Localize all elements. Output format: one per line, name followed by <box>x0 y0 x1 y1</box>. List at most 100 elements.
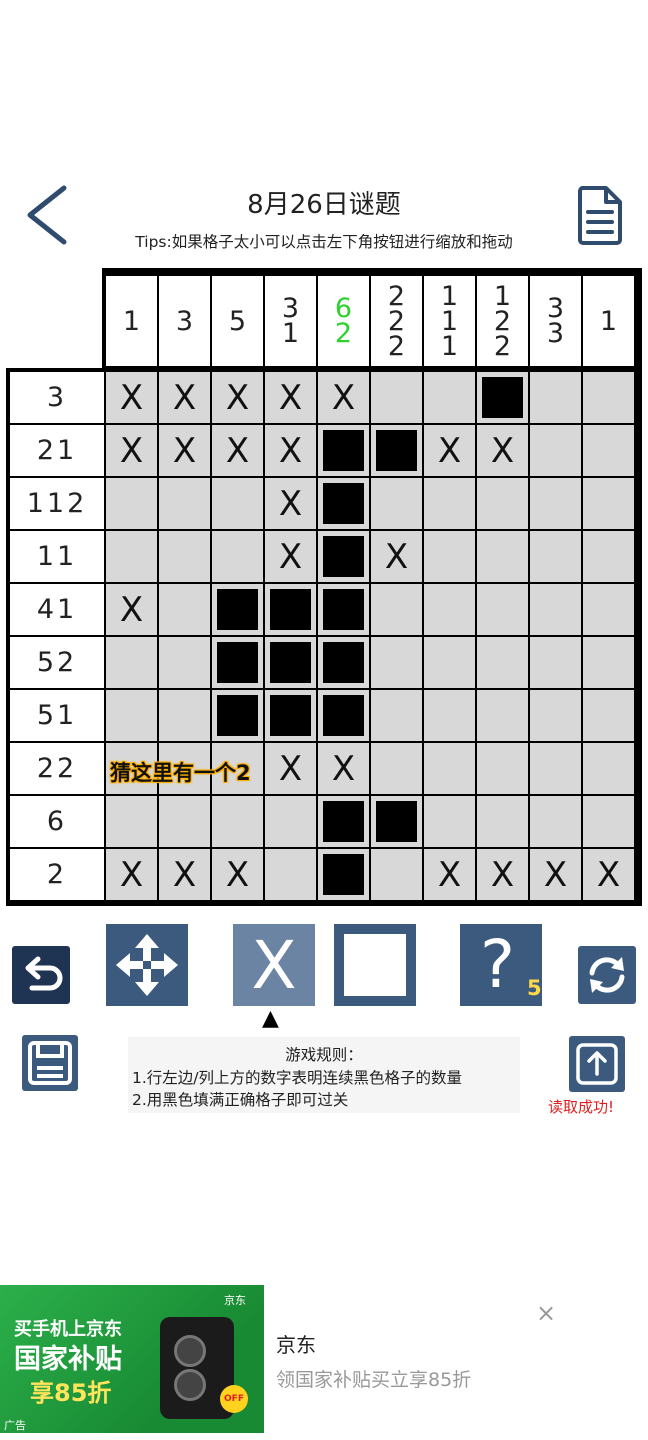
grid-cell[interactable] <box>477 478 528 529</box>
grid-cell-x[interactable]: X <box>424 425 475 476</box>
grid-cell-filled[interactable] <box>212 690 263 741</box>
grid-cell[interactable] <box>424 531 475 582</box>
grid-cell-x[interactable]: X <box>371 531 422 582</box>
grid-cell[interactable] <box>106 690 157 741</box>
grid-cell-x[interactable]: X <box>477 425 528 476</box>
grid-cell-x[interactable]: X <box>477 849 528 900</box>
grid-cell[interactable] <box>106 637 157 688</box>
grid-cell-filled[interactable] <box>318 796 369 847</box>
grid-cell[interactable] <box>371 637 422 688</box>
grid-cell[interactable] <box>583 690 634 741</box>
grid-cell-x[interactable]: X <box>159 425 210 476</box>
grid-cell[interactable] <box>583 743 634 794</box>
grid-cell-filled[interactable] <box>371 796 422 847</box>
grid-cell-x[interactable]: X <box>106 372 157 423</box>
grid-cell-filled[interactable] <box>318 584 369 635</box>
grid-cell[interactable] <box>530 743 581 794</box>
grid-cell[interactable] <box>477 531 528 582</box>
grid-cell-x[interactable]: X <box>583 849 634 900</box>
hint-button[interactable]: ? 5 <box>460 924 542 1006</box>
save-button[interactable] <box>22 1035 78 1091</box>
grid-cell-x[interactable]: X <box>318 372 369 423</box>
grid-cell-x[interactable]: X <box>159 372 210 423</box>
ad-close-icon[interactable]: × <box>536 1299 556 1327</box>
grid-cell[interactable] <box>106 796 157 847</box>
undo-button[interactable] <box>12 946 70 1004</box>
grid-cell[interactable] <box>159 478 210 529</box>
grid-cell[interactable] <box>159 796 210 847</box>
grid-cell[interactable] <box>371 478 422 529</box>
grid-cell[interactable] <box>424 796 475 847</box>
grid-cell-x[interactable]: X <box>265 478 316 529</box>
grid-cell-filled[interactable] <box>371 425 422 476</box>
grid-cell-x[interactable]: X <box>265 425 316 476</box>
grid-cell-x[interactable]: X <box>106 584 157 635</box>
grid-cell-filled[interactable] <box>265 584 316 635</box>
grid-cell[interactable] <box>424 372 475 423</box>
fill-mode-button[interactable] <box>334 924 416 1006</box>
grid-cell-filled[interactable] <box>318 425 369 476</box>
grid-cell[interactable] <box>106 478 157 529</box>
grid-cell[interactable] <box>583 478 634 529</box>
grid-cell[interactable] <box>371 849 422 900</box>
grid-cell[interactable] <box>477 796 528 847</box>
grid-cell-x[interactable]: X <box>212 425 263 476</box>
grid-cell-x[interactable]: X <box>159 849 210 900</box>
grid-cell-filled[interactable] <box>477 372 528 423</box>
ad-banner[interactable]: 京东 买手机上京东 国家补贴 享85折 OFF 广告 京东 领国家补贴买立享85… <box>0 1285 648 1435</box>
grid-cell[interactable] <box>477 637 528 688</box>
grid-cell[interactable] <box>265 796 316 847</box>
grid-cell-filled[interactable] <box>212 584 263 635</box>
grid-cell-x[interactable]: X <box>106 425 157 476</box>
grid-cell[interactable] <box>583 372 634 423</box>
move-mode-button[interactable] <box>106 924 188 1006</box>
grid-cell-filled[interactable] <box>265 690 316 741</box>
grid-cell-x[interactable]: X <box>424 849 475 900</box>
grid-cell[interactable] <box>530 531 581 582</box>
grid-cell-x[interactable]: X <box>530 849 581 900</box>
grid-cell[interactable] <box>477 584 528 635</box>
grid-cell[interactable] <box>583 531 634 582</box>
grid-cell[interactable] <box>212 796 263 847</box>
grid-cell[interactable] <box>583 584 634 635</box>
grid-cell[interactable] <box>530 425 581 476</box>
grid-cell[interactable] <box>159 531 210 582</box>
grid-cell-x[interactable]: X <box>265 372 316 423</box>
grid-cell-filled[interactable] <box>212 637 263 688</box>
grid-cell-filled[interactable] <box>318 637 369 688</box>
grid-cell-x[interactable]: X <box>212 849 263 900</box>
grid-cell[interactable] <box>212 531 263 582</box>
grid-cell[interactable] <box>424 478 475 529</box>
grid-cell[interactable] <box>424 584 475 635</box>
restart-button[interactable] <box>578 946 636 1004</box>
grid-cell[interactable] <box>477 690 528 741</box>
grid-cell[interactable] <box>424 690 475 741</box>
grid-cell[interactable] <box>265 849 316 900</box>
x-mark-mode-button[interactable]: X <box>233 924 315 1006</box>
grid-cell[interactable] <box>424 637 475 688</box>
grid-cell[interactable] <box>159 637 210 688</box>
grid-cell[interactable] <box>477 743 528 794</box>
grid-cell[interactable] <box>583 796 634 847</box>
grid-cell[interactable] <box>583 637 634 688</box>
grid-cell[interactable] <box>371 743 422 794</box>
grid-cell[interactable] <box>159 584 210 635</box>
grid-cell[interactable] <box>371 690 422 741</box>
grid-cell-x[interactable]: X <box>212 372 263 423</box>
grid-cell[interactable] <box>371 372 422 423</box>
grid-cell-filled[interactable] <box>318 478 369 529</box>
grid-cell-filled[interactable] <box>265 637 316 688</box>
grid-cell[interactable] <box>530 637 581 688</box>
load-button[interactable] <box>569 1036 625 1092</box>
ad-image[interactable]: 京东 买手机上京东 国家补贴 享85折 OFF 广告 <box>0 1285 264 1433</box>
grid-cell[interactable] <box>530 690 581 741</box>
grid-cell-x[interactable]: X <box>265 743 316 794</box>
grid-cell[interactable] <box>530 372 581 423</box>
grid-cell-filled[interactable] <box>318 690 369 741</box>
grid-cell[interactable] <box>530 584 581 635</box>
grid-cell[interactable] <box>530 796 581 847</box>
grid-cell[interactable] <box>159 690 210 741</box>
document-button[interactable] <box>574 184 626 246</box>
grid-cell[interactable] <box>424 743 475 794</box>
grid-cell-x[interactable]: X <box>106 849 157 900</box>
